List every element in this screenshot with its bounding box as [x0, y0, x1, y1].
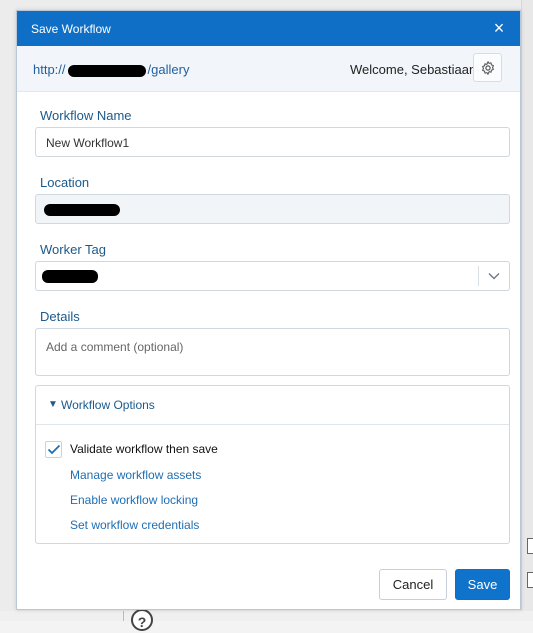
- triangle-down-icon: ▼: [48, 399, 58, 410]
- background-window-icon-2: [527, 572, 533, 588]
- workflow-options-title: Workflow Options: [61, 398, 155, 412]
- gear-icon: [482, 61, 494, 75]
- chevron-down-icon[interactable]: [487, 269, 501, 283]
- save-workflow-dialog: Save Workflow × http:// /gallery Welcome,…: [16, 10, 521, 610]
- redacted-worker-tag: [42, 270, 98, 283]
- workflow-name-value: New Workflow1: [46, 136, 130, 150]
- worker-tag-select[interactable]: [35, 261, 510, 291]
- details-textarea[interactable]: Add a comment (optional): [35, 328, 510, 376]
- worker-tag-label: Worker Tag: [40, 242, 106, 257]
- validate-checkbox-label[interactable]: Validate workflow then save: [70, 442, 218, 456]
- workflow-options-panel: ▼ Workflow Options Validate workflow the…: [35, 385, 510, 544]
- redacted-location: [44, 204, 120, 216]
- gallery-url-link[interactable]: http:// /gallery: [33, 62, 189, 77]
- settings-button[interactable]: [473, 53, 502, 82]
- redacted-hostname: [67, 64, 146, 77]
- validate-checkbox[interactable]: [45, 441, 62, 458]
- background-bottom-strip: [0, 611, 533, 621]
- location-field: [35, 194, 510, 224]
- url-suffix: /gallery: [147, 62, 190, 77]
- details-placeholder: Add a comment (optional): [46, 340, 184, 354]
- close-button[interactable]: ×: [488, 17, 510, 39]
- location-label: Location: [40, 175, 90, 190]
- manage-assets-link[interactable]: Manage workflow assets: [70, 468, 201, 482]
- select-divider: [478, 266, 479, 286]
- workflow-name-input[interactable]: New Workflow1: [35, 127, 510, 157]
- background-right-strip: [521, 0, 533, 621]
- cancel-button[interactable]: Cancel: [379, 569, 447, 600]
- workflow-options-toggle[interactable]: ▼ Workflow Options: [36, 386, 509, 425]
- save-button[interactable]: Save: [455, 569, 510, 600]
- background-window-icon: [527, 538, 533, 554]
- set-credentials-link[interactable]: Set workflow credentials: [70, 518, 199, 532]
- welcome-text: Welcome, Sebastiaan: [350, 62, 477, 77]
- background-divider: [123, 611, 124, 621]
- help-icon[interactable]: ?: [131, 609, 153, 631]
- checkmark-icon: [47, 444, 61, 455]
- details-label: Details: [40, 309, 80, 324]
- server-info-bar: http:// /gallery Welcome, Sebastiaan: [17, 46, 520, 92]
- enable-locking-link[interactable]: Enable workflow locking: [70, 493, 198, 507]
- dialog-titlebar: Save Workflow ×: [17, 11, 520, 46]
- dialog-title: Save Workflow: [31, 22, 111, 36]
- workflow-name-label: Workflow Name: [40, 108, 132, 123]
- url-prefix: http://: [33, 62, 66, 77]
